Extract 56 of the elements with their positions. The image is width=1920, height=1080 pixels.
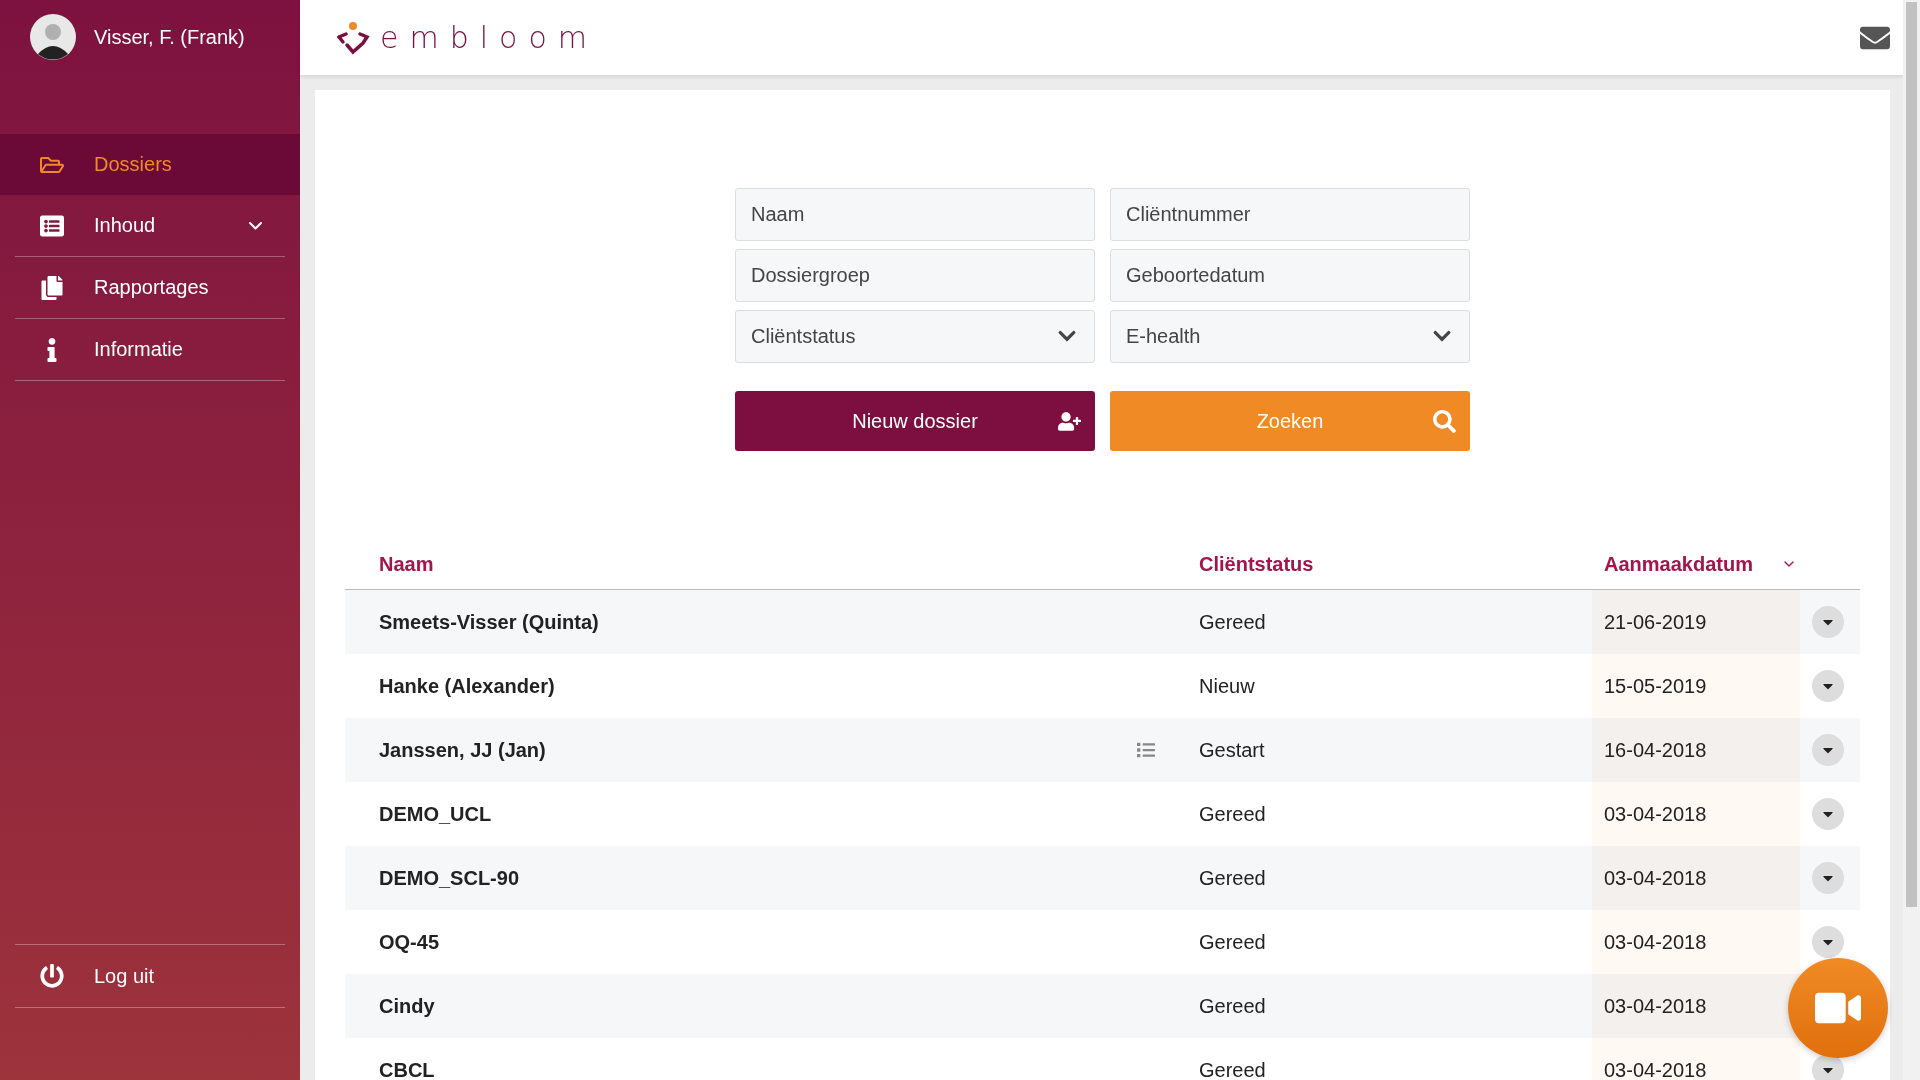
client-name[interactable]: Smeets-Visser (Quinta) bbox=[345, 610, 599, 634]
client-name[interactable]: DEMO_UCL bbox=[345, 802, 492, 826]
power-icon bbox=[38, 964, 66, 988]
table-cell-text: 03-04-2018 bbox=[1603, 1058, 1707, 1080]
table-cell-text: Gereed bbox=[1198, 866, 1267, 890]
chevron-down-icon bbox=[249, 221, 262, 230]
table-cell-text: 03-04-2018 bbox=[1603, 866, 1707, 890]
table-cell-text: 21-06-2019 bbox=[1603, 610, 1707, 634]
avatar-icon bbox=[30, 14, 76, 60]
row-menu-button[interactable] bbox=[1812, 670, 1844, 702]
logout-link[interactable]: Log uit bbox=[15, 945, 285, 1008]
logo: embloom bbox=[336, 20, 598, 55]
client-name[interactable]: Hanke (Alexander) bbox=[345, 674, 555, 698]
table-cell-text: Gereed bbox=[1198, 802, 1267, 826]
table-cell-text: Gereed bbox=[1198, 1058, 1267, 1080]
input-field[interactable]: Dossiergroep bbox=[735, 249, 1095, 302]
client-name[interactable]: OQ-45 bbox=[345, 930, 440, 954]
table-cell-text: Gereed bbox=[1198, 930, 1267, 954]
sidebar-item[interactable]: Inhoud bbox=[15, 195, 285, 257]
sidebar-item[interactable]: Rapportages bbox=[15, 257, 285, 319]
table-cell-text: 03-04-2018 bbox=[1603, 930, 1707, 954]
scrollbar[interactable] bbox=[1903, 0, 1920, 1080]
sidebar-item[interactable]: Dossiers bbox=[0, 134, 300, 195]
row-menu-button[interactable] bbox=[1812, 734, 1844, 766]
row-menu-button[interactable] bbox=[1812, 606, 1844, 638]
client-name[interactable]: DEMO_SCL-90 bbox=[345, 866, 520, 890]
table-cell-text: Gereed bbox=[1198, 994, 1267, 1018]
column-header[interactable]: Aanmaakdatum bbox=[1604, 552, 1753, 576]
table-cell-text: 15-05-2019 bbox=[1603, 674, 1707, 698]
user-name: Visser, F. (Frank) bbox=[94, 26, 245, 49]
table-cell-text: Gereed bbox=[1198, 610, 1267, 634]
new-dossier-button[interactable]: Nieuw dossier bbox=[735, 391, 1095, 451]
table-cell-text: 03-04-2018 bbox=[1603, 802, 1707, 826]
column-header[interactable]: Naam bbox=[345, 552, 1165, 576]
table-cell-text: 16-04-2018 bbox=[1603, 738, 1707, 762]
scrollbar-thumb[interactable] bbox=[1906, 2, 1917, 907]
input-field[interactable]: Geboortedatum bbox=[1110, 249, 1470, 302]
client-name[interactable]: CBCL bbox=[345, 1058, 435, 1080]
table-cell-text: Gestart bbox=[1198, 738, 1266, 762]
input-field[interactable]: Naam bbox=[735, 188, 1095, 241]
client-name[interactable]: Cindy bbox=[345, 994, 435, 1018]
search-icon bbox=[1433, 410, 1456, 433]
list-icon bbox=[38, 213, 66, 238]
select-field[interactable]: Cliëntstatus bbox=[735, 310, 1095, 363]
table-cell-text: 03-04-2018 bbox=[1603, 994, 1707, 1018]
row-menu-button[interactable] bbox=[1812, 862, 1844, 894]
select-field[interactable]: E-health bbox=[1110, 310, 1470, 363]
add-user-icon bbox=[1058, 410, 1081, 433]
sidebar-item[interactable]: Informatie bbox=[15, 319, 285, 381]
row-menu-button[interactable] bbox=[1812, 1054, 1844, 1080]
client-name[interactable]: Janssen, JJ (Jan) bbox=[345, 738, 546, 762]
row-menu-button[interactable] bbox=[1812, 926, 1844, 958]
column-header[interactable]: Cliëntstatus bbox=[1165, 552, 1592, 576]
row-menu-button[interactable] bbox=[1812, 798, 1844, 830]
input-field[interactable]: Cliëntnummer bbox=[1110, 188, 1470, 241]
table-cell-text: Nieuw bbox=[1198, 674, 1256, 698]
